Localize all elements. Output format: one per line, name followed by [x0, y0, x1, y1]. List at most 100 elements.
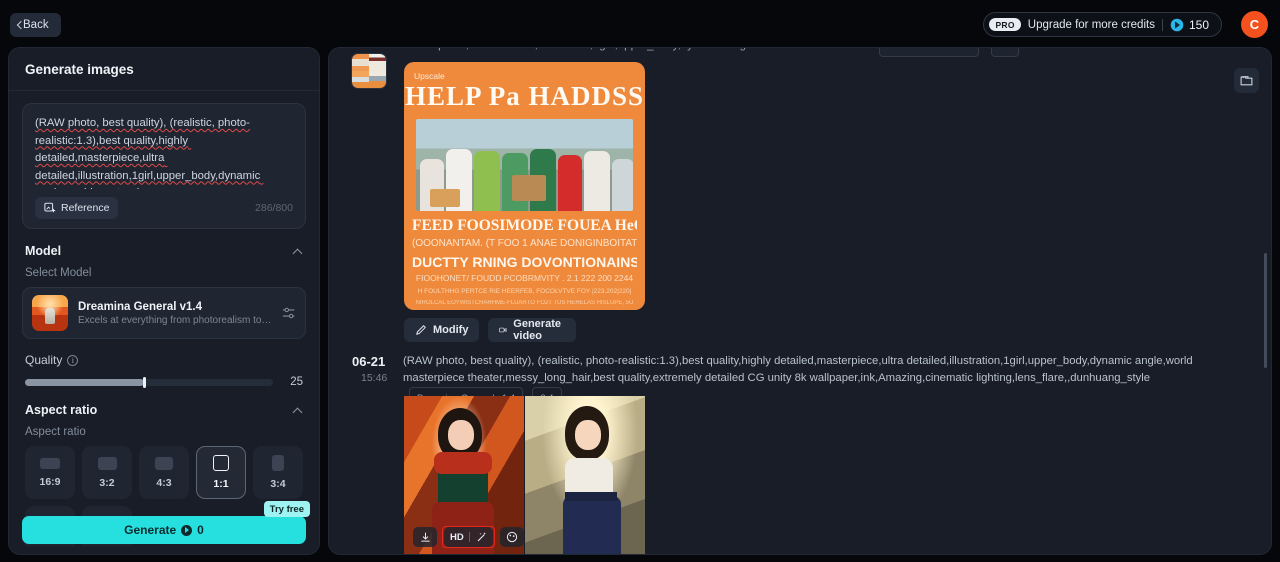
quality-slider-handle[interactable] [142, 376, 146, 388]
poster-line-5: H FOULTHHG PERTCE RIE HEERFEB, FOCOLVTVE… [417, 288, 632, 295]
panel-body: (RAW photo, best quality), (realistic, p… [9, 91, 319, 546]
ratio-label: 3:2 [99, 476, 115, 489]
ratio-label: 4:3 [156, 476, 172, 489]
credit-coin-icon [181, 524, 193, 536]
quality-slider-row: 25 [22, 376, 306, 388]
aspect-ratio-option-4-3[interactable]: 4:3 [139, 446, 189, 499]
divider [468, 532, 470, 542]
generate-button[interactable]: Generate 0 [22, 516, 306, 544]
poster-title: HELP Pa HADDSS [404, 81, 645, 111]
poster-photo [416, 119, 633, 211]
download-button[interactable] [413, 527, 437, 547]
aspect-section-title: Aspect ratio [25, 403, 98, 417]
upgrade-label: Upgrade for more credits [1027, 18, 1155, 31]
aspect-ratio-option-3-2[interactable]: 3:2 [82, 446, 132, 499]
modify-button[interactable]: Modify [404, 318, 480, 342]
poster-line-2: (OOONANTAM. (T FOO 1 ANAE DONIGINBOITATO… [412, 238, 637, 249]
back-button[interactable]: Back [10, 13, 61, 37]
back-button-label: Back [23, 19, 49, 31]
folder-icon [1240, 76, 1253, 86]
clipped-tag [879, 48, 979, 57]
model-thumbnail [32, 295, 68, 331]
clipped-tag [991, 48, 1019, 57]
palette-icon [506, 531, 517, 543]
result-thumbnail-grid[interactable] [351, 53, 387, 89]
history-prompt-text: (RAW photo, best quality), (realistic, p… [403, 355, 1193, 384]
reference-button[interactable]: Reference [35, 197, 119, 219]
hd-enhance-group[interactable]: HD [444, 527, 493, 547]
sliders-settings-icon[interactable] [282, 306, 296, 320]
credit-amount: 150 [1188, 17, 1209, 32]
avatar[interactable]: C [1241, 11, 1268, 38]
hd-label: HD [450, 531, 464, 543]
pencil-icon [416, 325, 426, 335]
history-image-row: HD [404, 396, 645, 554]
avatar-initial: C [1249, 17, 1260, 32]
vertical-scrollbar[interactable] [1264, 253, 1267, 368]
reference-image-icon [44, 202, 56, 213]
poster-line-6: NIROLCAL EOYWISTCHARHME-FLUARTO FO2T TUS… [415, 300, 634, 306]
generate-images-panel: Generate images (RAW photo, best quality… [8, 47, 320, 555]
credit-balance[interactable]: 150 [1170, 18, 1209, 32]
model-selector-card[interactable]: Dreamina General v1.4 Excels at everythi… [22, 287, 306, 339]
info-icon[interactable]: i [67, 354, 79, 366]
aspect-ratio-option-16-9[interactable]: 16:9 [25, 446, 75, 499]
generated-poster-image[interactable]: Upscale HELP Pa HADDSS FEED FOOSIMODE FO… [404, 62, 645, 310]
generate-video-label: Generate video [513, 318, 561, 342]
results-panel: masterpiece,ultra detailed,illustration,… [328, 47, 1272, 555]
ratio-shape-icon [97, 456, 117, 470]
clipped-prompt-text: masterpiece,ultra detailed,illustration,… [403, 48, 755, 51]
generated-image-1[interactable]: HD [404, 396, 524, 554]
top-header: Back PRO Upgrade for more credits 150 C [0, 0, 1280, 48]
ratio-label: 3:4 [270, 478, 286, 490]
model-description: Excels at everything from photorealism t… [78, 314, 272, 326]
ratio-shape-icon [40, 457, 60, 469]
palette-button[interactable] [499, 527, 524, 547]
generate-button-wrap: Try free Generate 0 [22, 501, 310, 544]
hd-enhance-group-highlight: HD [442, 526, 495, 548]
reference-label: Reference [61, 202, 110, 214]
quality-label-row: Quality i [22, 339, 306, 376]
open-folder-button[interactable] [1234, 68, 1259, 93]
aspect-ratio-option-3-4[interactable]: 3:4 [253, 446, 303, 499]
quality-value: 25 [290, 376, 303, 388]
chevron-up-icon[interactable] [294, 406, 303, 415]
download-icon [420, 532, 430, 542]
aspect-ratio-option-1-1[interactable]: 1:1 [196, 446, 246, 499]
poster-line-4: FIOOHONET/ FOUDD PCOBRMVITY . 2.1 222 20… [415, 273, 634, 283]
image-toolbar: HD [413, 526, 524, 548]
model-name: Dreamina General v1.4 [78, 300, 203, 313]
prompt-footer: Reference 286/800 [35, 197, 293, 219]
pro-badge: PRO [989, 17, 1021, 32]
generated-image-2[interactable] [525, 396, 645, 554]
result-actions: Modify Generate video [404, 318, 577, 342]
ratio-label: 16:9 [39, 475, 61, 488]
upgrade-credits-pill[interactable]: PRO Upgrade for more credits 150 [983, 12, 1222, 37]
ratio-shape-icon [272, 455, 284, 471]
aspect-section-header[interactable]: Aspect ratio [22, 388, 306, 426]
generate-button-label: Generate [124, 523, 177, 537]
prompt-input-box[interactable]: (RAW photo, best quality), (realistic, p… [22, 103, 306, 229]
quality-slider[interactable] [25, 376, 273, 388]
ratio-shape-icon [213, 455, 229, 471]
ratio-shape-icon [155, 456, 173, 470]
poster-line-1: FEED FOOSIMODE FOUEA HeQ'DT [412, 217, 637, 234]
select-model-label: Select Model [25, 267, 92, 279]
generate-video-button[interactable]: Generate video [488, 318, 577, 342]
magic-wand-icon [477, 532, 486, 542]
model-section-header[interactable]: Model [22, 229, 306, 267]
prompt-text[interactable]: (RAW photo, best quality), (realistic, p… [35, 115, 293, 189]
quality-slider-fill [25, 378, 145, 386]
model-section-title: Model [25, 244, 62, 258]
modify-label: Modify [433, 324, 469, 336]
video-icon [499, 327, 507, 333]
try-free-badge: Try free [263, 501, 310, 517]
credit-coin-icon [1170, 18, 1184, 31]
chevron-up-icon[interactable] [294, 247, 303, 256]
poster-line-3: DUCTTY RNING DOVONTIONAINS [412, 254, 637, 270]
thumbnail-cell [369, 54, 386, 71]
thumbnail-cell [352, 71, 369, 88]
ratio-label: 1:1 [213, 478, 229, 490]
clipped-previous-entry: masterpiece,ultra detailed,illustration,… [329, 48, 1271, 58]
generate-cost: 0 [197, 523, 204, 537]
